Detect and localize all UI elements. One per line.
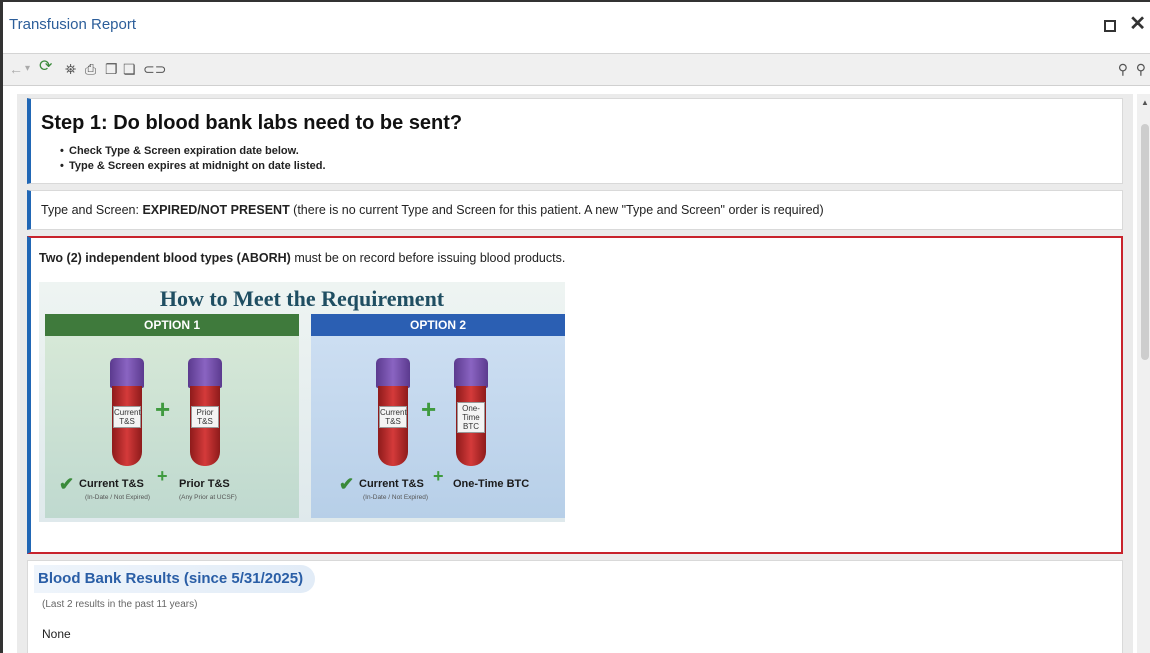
binoculars-icon[interactable]: ⛯	[65, 60, 76, 78]
requirement-rest: must be on record before issuing blood p…	[290, 251, 566, 265]
tube-label: Current T&S	[379, 406, 407, 428]
option-1-caption-right: Prior T&S	[179, 478, 230, 490]
option-2-header: OPTION 2	[311, 314, 565, 336]
report-content: Step 1: Do blood bank labs need to be se…	[17, 94, 1133, 653]
requirement-card: Two (2) independent blood types (ABORH) …	[27, 236, 1123, 554]
blood-bank-subtitle: (Last 2 results in the past 11 years)	[42, 599, 198, 610]
close-button[interactable]: ✕	[1129, 14, 1146, 34]
plus-icon: +	[157, 466, 168, 486]
maximize-button[interactable]	[1104, 20, 1116, 32]
blood-bank-results-card: Blood Bank Results (since 5/31/2025) (La…	[27, 560, 1123, 653]
requirement-infographic: How to Meet the Requirement OPTION 1 Cur…	[39, 282, 565, 522]
option-1-caption-left: Current T&S	[79, 478, 144, 490]
option-1-panel: OPTION 1 Current T&S + Prior T&S ✔ Curre…	[45, 314, 299, 518]
tube-label: Current T&S	[113, 406, 141, 428]
zoom-out-icon[interactable]: ⚲	[1118, 60, 1128, 78]
option-1-header: OPTION 1	[45, 314, 299, 336]
step-bullet: Check Type & Screen expiration date belo…	[60, 145, 299, 157]
step-bullet: Type & Screen expires at midnight on dat…	[60, 160, 326, 172]
type-screen-status: EXPIRED/NOT PRESENT	[142, 203, 290, 217]
copy-icon[interactable]: ❐	[105, 60, 118, 78]
blood-bank-header: Blood Bank Results (since 5/31/2025)	[34, 565, 316, 593]
plus-icon: +	[155, 394, 171, 424]
step-card: Step 1: Do blood bank labs need to be se…	[27, 98, 1123, 184]
option-1-note-left: (In-Date / Not Expired)	[85, 494, 151, 501]
tube-label: One-Time BTC	[457, 402, 485, 433]
scroll-up-icon[interactable]: ▲	[1141, 98, 1149, 107]
option-1-note-right: (Any Prior at UCSF)	[179, 494, 237, 501]
transfusion-report-window: Transfusion Report ✕ ← ▾ ⟳ ⛯ ⎙ ❐ ❏ ⊂⊃ ⚲ …	[0, 0, 1150, 653]
type-screen-label: Type and Screen:	[41, 203, 143, 217]
vertical-scrollbar[interactable]: ▲	[1137, 94, 1150, 653]
step-title: Step 1: Do blood bank labs need to be se…	[41, 112, 463, 134]
blood-bank-title: Blood Bank Results (since 5/31/2025)	[38, 570, 304, 587]
check-icon: ✔	[339, 474, 355, 494]
option-2-caption-left: Current T&S	[359, 478, 424, 490]
check-icon: ✔	[59, 474, 75, 494]
window-title: Transfusion Report	[9, 16, 137, 33]
plus-icon: +	[433, 466, 444, 486]
option-2-panel: OPTION 2 Current T&S + One-Time BTC ✔ Cu…	[311, 314, 565, 518]
requirement-text: Two (2) independent blood types (ABORH) …	[39, 251, 565, 265]
blood-tube-icon: Current T&S	[109, 358, 145, 466]
tube-label: Prior T&S	[191, 406, 219, 428]
back-arrow-icon[interactable]: ←	[9, 60, 23, 78]
type-screen-note: (there is no current Type and Screen for…	[289, 203, 824, 217]
option-2-caption-right: One-Time BTC	[453, 478, 530, 490]
dropdown-icon[interactable]: ▾	[25, 60, 30, 78]
plus-icon: +	[421, 394, 437, 424]
type-screen-line: Type and Screen: EXPIRED/NOT PRESENT (th…	[41, 203, 824, 217]
title-bar: Transfusion Report ✕	[3, 2, 1150, 54]
scroll-thumb[interactable]	[1141, 124, 1149, 360]
blood-tube-icon: Prior T&S	[187, 358, 223, 466]
blood-tube-icon: Current T&S	[375, 358, 411, 466]
blood-tube-icon: One-Time BTC	[453, 358, 489, 466]
option-2-note-left: (In-Date / Not Expired)	[363, 494, 429, 501]
infographic-title: How to Meet the Requirement	[159, 286, 445, 311]
print-icon[interactable]: ⎙	[85, 60, 96, 78]
paste-icon[interactable]: ❏	[123, 60, 136, 78]
blood-bank-value: None	[42, 627, 71, 641]
toolbar: ← ▾ ⟳ ⛯ ⎙ ❐ ❏ ⊂⊃ ⚲ ⚲	[3, 54, 1150, 86]
zoom-in-icon[interactable]: ⚲	[1136, 60, 1146, 78]
type-screen-card: Type and Screen: EXPIRED/NOT PRESENT (th…	[27, 190, 1123, 230]
refresh-icon[interactable]: ⟳	[39, 58, 52, 76]
link-icon[interactable]: ⊂⊃	[143, 60, 166, 78]
requirement-bold: Two (2) independent blood types (ABORH)	[39, 251, 291, 265]
